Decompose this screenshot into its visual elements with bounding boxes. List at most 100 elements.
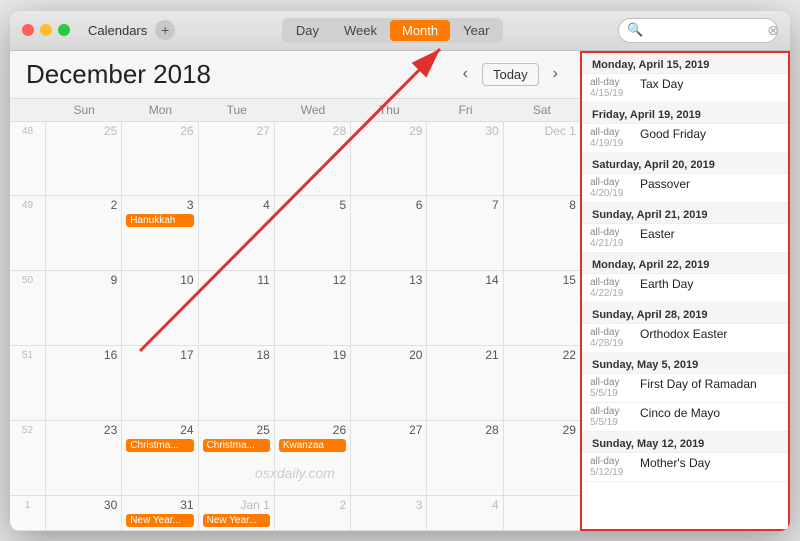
day-number: 3	[355, 498, 422, 512]
cal-cell[interactable]: 12	[275, 271, 351, 345]
result-item[interactable]: all-day4/20/19Passover	[582, 174, 788, 203]
result-date: 5/5/19	[590, 388, 640, 399]
day-headers: Sun Mon Tue Wed Thu Fri Sat	[10, 99, 580, 122]
day-number: 2	[279, 498, 346, 512]
calendar-row-5: 13031New Year...Jan 1New Year...234	[10, 496, 580, 531]
cal-cell[interactable]: 15	[504, 271, 580, 345]
result-allday-label: all-day	[590, 456, 640, 467]
cal-cell[interactable]: 2	[46, 196, 122, 270]
cal-cell[interactable]: 28	[275, 122, 351, 196]
watermark: osxdaily.com	[10, 465, 580, 481]
event-pill[interactable]: Kwanzaa	[279, 439, 346, 452]
cal-cell[interactable]: 2	[275, 496, 351, 530]
event-pill[interactable]: New Year...	[126, 514, 193, 527]
cal-cell[interactable]: 6	[351, 196, 427, 270]
result-item[interactable]: all-day4/21/19Easter	[582, 224, 788, 253]
cal-cell[interactable]: Dec 1	[504, 122, 580, 196]
tab-week[interactable]: Week	[332, 20, 389, 41]
result-meta: all-day5/5/19	[590, 406, 640, 428]
result-allday-label: all-day	[590, 77, 640, 88]
cal-cell[interactable]: 19	[275, 346, 351, 420]
result-item[interactable]: all-day5/5/19Cinco de Mayo	[582, 403, 788, 432]
cal-cell[interactable]: 22	[504, 346, 580, 420]
week-number: 51	[10, 346, 46, 420]
maximize-button[interactable]	[58, 24, 70, 36]
cal-cell[interactable]: 29	[504, 421, 580, 495]
result-item[interactable]: all-day4/22/19Earth Day	[582, 274, 788, 303]
cal-cell[interactable]: 4	[199, 196, 275, 270]
cal-cell[interactable]: 9	[46, 271, 122, 345]
result-item[interactable]: all-day5/12/19Mother's Day	[582, 453, 788, 482]
cal-cell[interactable]: 25Christma...	[199, 421, 275, 495]
cal-cell[interactable]: 26	[122, 122, 198, 196]
cal-cell[interactable]: 7	[427, 196, 503, 270]
cal-cell[interactable]: 5	[275, 196, 351, 270]
cal-cell[interactable]: 14	[427, 271, 503, 345]
cal-cell[interactable]: 23	[46, 421, 122, 495]
search-input[interactable]	[647, 23, 767, 38]
close-button[interactable]	[22, 24, 34, 36]
cal-cell[interactable]: 11	[199, 271, 275, 345]
prev-month-button[interactable]: ‹	[457, 63, 474, 85]
cal-cell[interactable]: 29	[351, 122, 427, 196]
cal-cell[interactable]: 30	[427, 122, 503, 196]
day-number: 12	[279, 273, 346, 287]
next-month-button[interactable]: ›	[547, 63, 564, 85]
cal-cell[interactable]: 8	[504, 196, 580, 270]
result-item[interactable]: all-day4/19/19Good Friday	[582, 124, 788, 153]
cal-cell[interactable]: 24 Christma...	[122, 421, 198, 495]
day-number: 8	[508, 198, 576, 212]
day-number: 24	[126, 423, 193, 437]
event-pill[interactable]: Christma...	[203, 439, 270, 452]
cal-cell[interactable]: 17	[122, 346, 198, 420]
calendar-row-0: 48252627282930Dec 1	[10, 122, 580, 197]
event-pill[interactable]: New Year...	[203, 514, 270, 527]
result-meta: all-day5/5/19	[590, 377, 640, 399]
result-meta: all-day4/22/19	[590, 277, 640, 299]
cal-cell[interactable]: 3Hanukkah	[122, 196, 198, 270]
cal-cell[interactable]: 30	[46, 496, 122, 530]
cal-cell[interactable]: 18	[199, 346, 275, 420]
cal-cell[interactable]	[504, 496, 580, 530]
today-button[interactable]: Today	[482, 63, 539, 86]
calendars-button[interactable]: Calendars	[80, 20, 155, 41]
calendar-row-2: 509101112131415	[10, 271, 580, 346]
result-item[interactable]: all-day4/28/19Orthodox Easter	[582, 324, 788, 353]
month-year-title: December 2018	[26, 59, 457, 90]
cal-cell[interactable]: 3	[351, 496, 427, 530]
cal-cell[interactable]: 21	[427, 346, 503, 420]
tab-year[interactable]: Year	[451, 20, 501, 41]
result-item[interactable]: all-day4/15/19Tax Day	[582, 74, 788, 103]
search-box[interactable]: 🔍 ⊗	[618, 18, 778, 43]
cal-cell[interactable]: 28	[427, 421, 503, 495]
tab-month[interactable]: Month	[390, 20, 450, 41]
search-clear-icon[interactable]: ⊗	[767, 22, 779, 39]
cal-cell[interactable]: 31New Year...	[122, 496, 198, 530]
cal-cell[interactable]: 16	[46, 346, 122, 420]
result-date: 4/19/19	[590, 138, 640, 149]
result-day-header: Monday, April 22, 2019	[582, 253, 788, 274]
cal-cell[interactable]: 10	[122, 271, 198, 345]
day-number: 27	[355, 423, 422, 437]
result-event-name: Tax Day	[640, 77, 780, 91]
cal-cell[interactable]: Jan 1New Year...	[199, 496, 275, 530]
result-event-name: Orthodox Easter	[640, 327, 780, 341]
event-pill[interactable]: Christma...	[126, 439, 193, 452]
result-allday-label: all-day	[590, 377, 640, 388]
add-calendar-button[interactable]: +	[155, 20, 175, 40]
result-allday-label: all-day	[590, 127, 640, 138]
cal-cell[interactable]: 27	[351, 421, 427, 495]
minimize-button[interactable]	[40, 24, 52, 36]
cal-cell[interactable]: 25	[46, 122, 122, 196]
search-icon: 🔍	[627, 22, 643, 38]
cal-cell[interactable]: 20	[351, 346, 427, 420]
cal-cell[interactable]: 27	[199, 122, 275, 196]
cal-cell[interactable]: 26Kwanzaa	[275, 421, 351, 495]
cal-cell[interactable]: 13	[351, 271, 427, 345]
tab-day[interactable]: Day	[284, 20, 331, 41]
cal-cell[interactable]: 4	[427, 496, 503, 530]
day-number: 30	[431, 124, 498, 138]
result-item[interactable]: all-day5/5/19First Day of Ramadan	[582, 374, 788, 403]
event-pill[interactable]: Hanukkah	[126, 214, 193, 227]
result-date: 4/21/19	[590, 238, 640, 249]
